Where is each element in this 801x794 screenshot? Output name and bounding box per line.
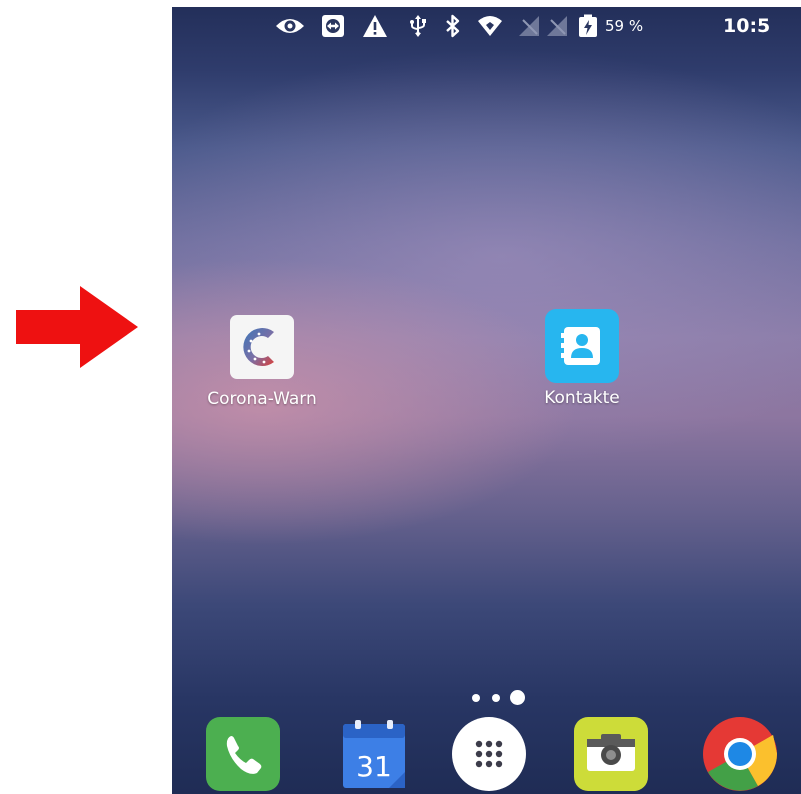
- status-time: 10:5: [723, 15, 771, 37]
- phone-icon[interactable]: [204, 715, 282, 793]
- bluetooth-icon: [446, 14, 460, 38]
- page-indicator[interactable]: [462, 690, 542, 706]
- page-dot: [472, 694, 480, 702]
- app-label-kontakte: Kontakte: [544, 388, 620, 408]
- no-signal-icon: [547, 16, 567, 36]
- wifi-icon: [478, 16, 502, 36]
- battery-charging-icon: [579, 14, 597, 37]
- eye-icon: [276, 19, 304, 33]
- contacts-icon: [545, 309, 619, 383]
- usb-icon: [410, 15, 426, 37]
- chrome-icon[interactable]: [701, 715, 779, 793]
- warning-icon: [363, 15, 387, 37]
- app-corona-warn[interactable]: Corona-Warn: [177, 314, 347, 409]
- no-signal-icon: [519, 16, 539, 36]
- screenshot-canvas: 59 % 10:5 Corona-Warn Kontakte 31: [0, 0, 801, 794]
- phone-home-screen: 59 % 10:5 Corona-Warn Kontakte 31: [172, 7, 801, 794]
- calendar-day-text: 31: [356, 750, 392, 783]
- red-arrow-icon: [16, 286, 138, 368]
- calendar-icon[interactable]: 31: [335, 715, 413, 793]
- app-kontakte[interactable]: Kontakte: [497, 308, 667, 408]
- page-dot: [492, 694, 500, 702]
- camera-icon[interactable]: [572, 715, 650, 793]
- app-label-corona-warn: Corona-Warn: [207, 389, 317, 409]
- remote-control-icon: [322, 15, 344, 37]
- status-bar: 59 % 10:5: [172, 7, 801, 45]
- app-drawer-icon[interactable]: [450, 715, 528, 793]
- battery-percentage: 59 %: [605, 17, 644, 35]
- page-dot-active: [510, 690, 525, 705]
- corona-warn-app-icon: [230, 315, 294, 379]
